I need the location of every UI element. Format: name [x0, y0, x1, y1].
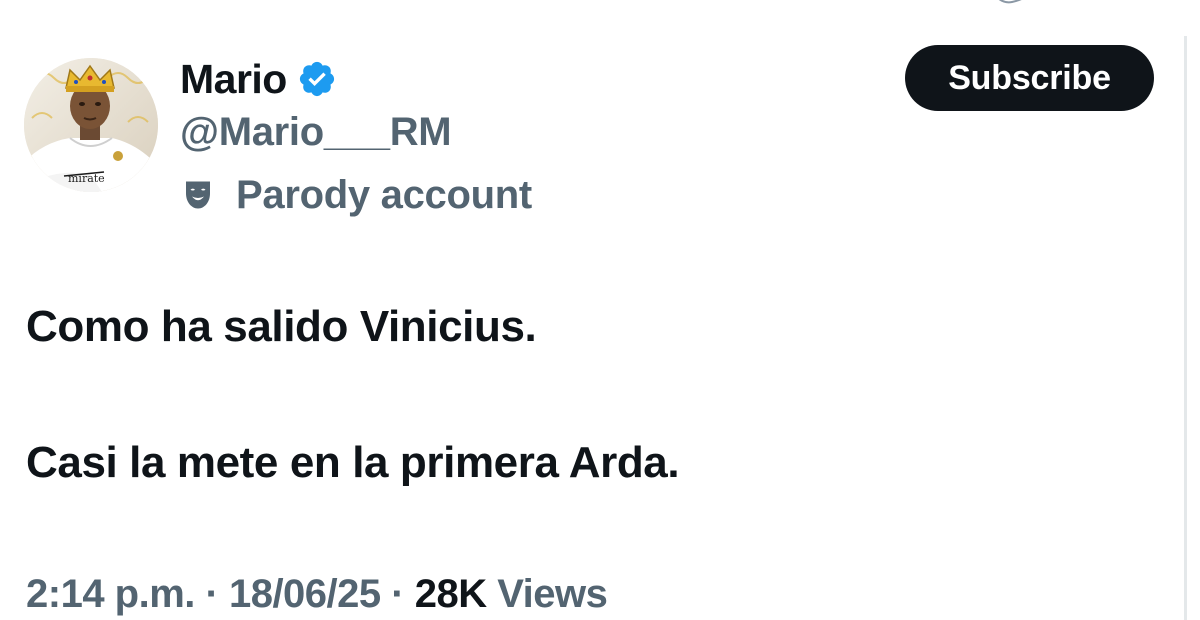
parody-account-label: Parody account — [236, 172, 532, 217]
tweet-text-line: Casi la mete en la primera Arda. — [26, 438, 680, 487]
partial-top-icon — [998, 0, 1022, 4]
tweet-card: mirate Mario @Mario___RM Parody account … — [0, 0, 1200, 620]
verified-badge-icon — [299, 61, 334, 97]
avatar-image: mirate — [24, 58, 158, 192]
subscribe-button[interactable]: Subscribe — [905, 45, 1154, 111]
parody-label-row: Parody account — [180, 170, 532, 220]
tweet-time[interactable]: 2:14 p.m. — [26, 572, 195, 616]
tweet-meta: 2:14 p.m. · 18/06/25 · 28K Views — [26, 572, 608, 617]
author-name-row: Mario — [180, 52, 337, 106]
tweet-date[interactable]: 18/06/25 — [229, 572, 381, 616]
theater-mask-icon — [186, 181, 210, 209]
scrollbar-edge — [1184, 36, 1187, 620]
author-display-name[interactable]: Mario — [180, 56, 287, 103]
meta-separator: · — [380, 572, 415, 616]
tweet-text-line: Como ha salido Vinicius. — [26, 302, 537, 351]
avatar[interactable]: mirate — [24, 58, 158, 192]
meta-separator: · — [194, 572, 229, 616]
views-label: Views — [497, 572, 608, 616]
views-count: 28K — [414, 572, 487, 616]
shirt-sponsor-text: mirate — [68, 172, 105, 185]
author-handle[interactable]: @Mario___RM — [180, 110, 452, 155]
